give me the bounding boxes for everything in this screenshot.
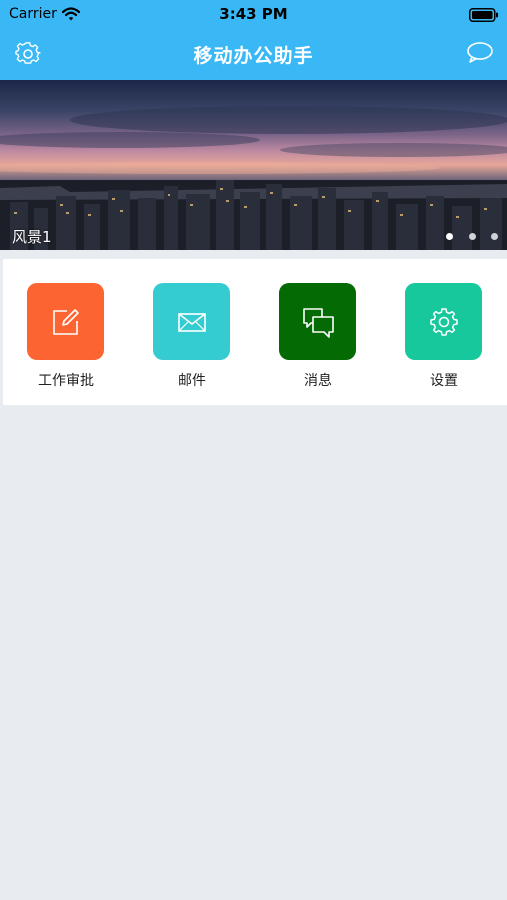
tile-icon-bg <box>153 283 230 360</box>
carousel-dot[interactable] <box>446 233 453 240</box>
chat-bubble-icon[interactable] <box>466 41 494 65</box>
page-title: 移动办公助手 <box>193 45 314 67</box>
app-header: Carrier 3:43 PM 移动办公助手 <box>0 0 507 80</box>
message-icon <box>303 308 334 338</box>
tile-label: 消息 <box>304 373 332 389</box>
status-time: 3:43 PM <box>219 5 288 23</box>
tile-label: 工作审批 <box>38 373 94 389</box>
edit-icon <box>53 309 79 335</box>
tile-icon-bg <box>405 283 482 360</box>
tile-work-approval[interactable]: 工作审批 <box>26 283 106 393</box>
banner-caption: 风景1 <box>12 228 52 246</box>
tile-mail[interactable]: 邮件 <box>152 283 232 393</box>
tile-label: 邮件 <box>178 373 206 389</box>
status-bar: Carrier 3:43 PM <box>0 0 507 28</box>
tile-icon-bg <box>27 283 104 360</box>
mail-icon <box>178 313 206 332</box>
nav-bar: 移动办公助手 <box>0 28 507 80</box>
battery-icon <box>469 7 499 26</box>
tile-label: 设置 <box>430 373 458 389</box>
settings-icon <box>430 308 458 336</box>
city-skyline-image <box>0 106 507 250</box>
carousel-dot[interactable] <box>469 233 476 240</box>
banner-carousel[interactable]: 风景1 <box>0 80 507 250</box>
tile-settings[interactable]: 设置 <box>404 283 484 393</box>
tile-messages[interactable]: 消息 <box>278 283 358 393</box>
carousel-dot[interactable] <box>491 233 498 240</box>
feature-grid: 工作审批 邮件 消息 设置 <box>3 259 507 405</box>
tile-icon-bg <box>279 283 356 360</box>
